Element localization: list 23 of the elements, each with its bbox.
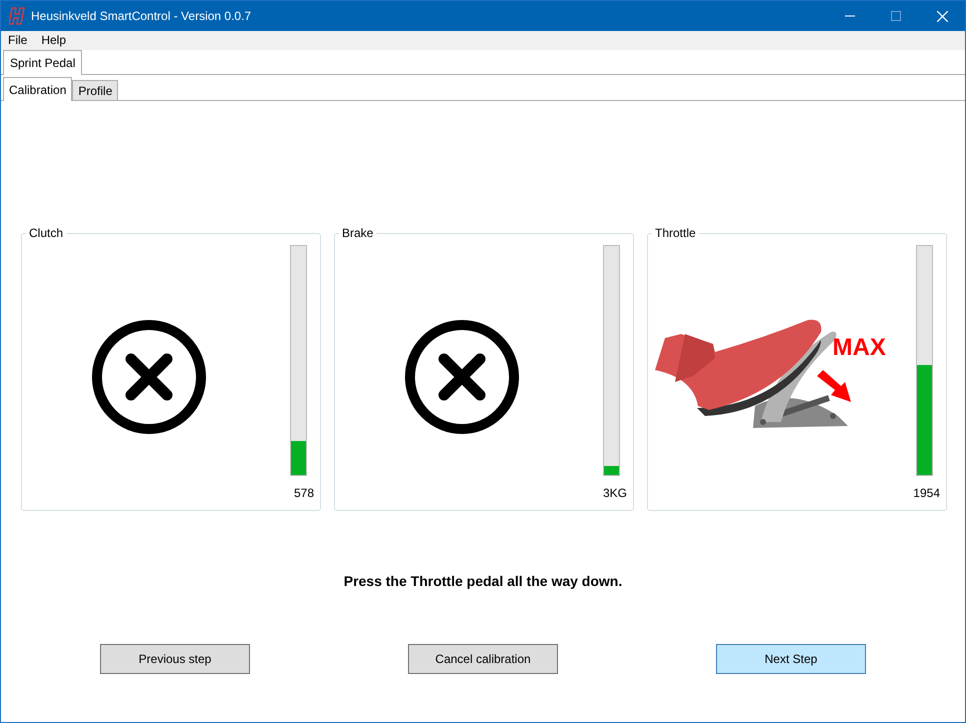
window-title: Heusinkveld SmartControl - Version 0.0.7 (31, 8, 252, 25)
cross-circle-icon (404, 319, 520, 435)
panel-title: Brake (339, 226, 376, 240)
reading: 578 (294, 485, 315, 502)
maximize-icon (891, 11, 901, 21)
reading: 3KG (602, 485, 628, 502)
step-button[interactable]: Previous step (100, 644, 250, 674)
close-icon (936, 10, 948, 22)
panel-title: Clutch (26, 226, 66, 240)
instruction-text: Press the Throttle pedal all the way down. (344, 572, 622, 591)
menu-item[interactable]: Help (34, 31, 74, 50)
reading: 1954 (913, 485, 941, 502)
arrow-icon (814, 370, 852, 404)
app-logo-icon (9, 7, 25, 25)
tab[interactable]: Calibration (3, 77, 72, 101)
tab[interactable]: Profile (72, 80, 118, 100)
max-label: MAX (832, 336, 886, 360)
step-button[interactable]: Cancel calibration (408, 644, 558, 674)
cross-circle-icon (91, 319, 207, 435)
panel-title: Throttle (652, 226, 699, 240)
menu-item[interactable]: File (1, 31, 34, 50)
device-tab[interactable]: Sprint Pedal (3, 50, 82, 75)
step-button[interactable]: Next Step (716, 644, 866, 674)
